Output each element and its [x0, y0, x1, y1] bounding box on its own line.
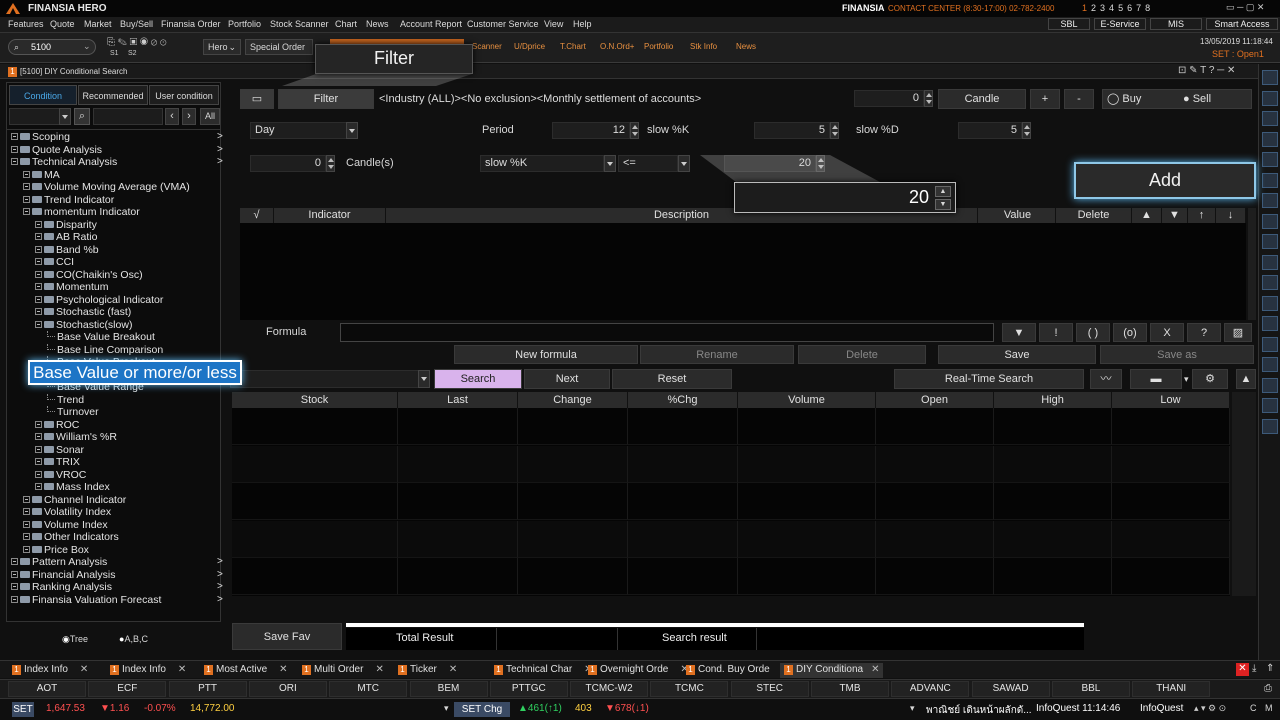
window-badge-icon: 1 — [494, 665, 503, 675]
window-tabs: ✕ ⤓ ⇑ 1 Index Info ✕ 1 Index Info ✕ 1 Most Acti… — [0, 660, 1280, 678]
window-badge-icon: 1 — [686, 665, 695, 675]
window-tab[interactable]: 1 Index Info ✕ — [12, 663, 88, 678]
close-icon[interactable]: ✕ — [80, 664, 88, 675]
index-change: ▼1.16 — [100, 703, 130, 714]
window-badge-icon: 1 — [12, 665, 21, 675]
window-badge-icon: 1 — [302, 665, 311, 675]
ticker-symbol[interactable]: PTT — [169, 683, 247, 694]
base-value-callout: Base Value or more/or less — [28, 360, 242, 385]
window-tab[interactable]: 1 Ticker ✕ — [398, 663, 457, 678]
unchanged-count: 403 — [575, 703, 592, 714]
ticker-symbol[interactable]: ECF — [88, 683, 166, 694]
ticker-bar: ⎙ AOT ECF PTT ORI MTC BEM PTTGC TCMC-W2 TCMC STEC… — [0, 679, 1280, 698]
window-tab-label: Technical Char — [506, 664, 573, 675]
ticker-symbol[interactable]: ORI — [249, 683, 327, 694]
window-tab[interactable]: 1 Multi Order ✕ — [302, 663, 384, 678]
window-tab-label: Multi Order — [314, 664, 364, 675]
close-icon[interactable]: ✕ — [1236, 663, 1249, 676]
close-icon[interactable]: ✕ — [279, 664, 287, 675]
ticker-symbol[interactable]: SAWAD — [972, 683, 1050, 694]
ticker-symbol[interactable]: MTC — [329, 683, 407, 694]
print-icon[interactable]: ⎙ — [1264, 683, 1272, 694]
news-headline[interactable]: พาณิชย์ เดินหน้าผลักดั... — [926, 703, 1034, 718]
ticker-symbol[interactable]: TCMC — [650, 683, 728, 694]
window-badge-icon: 1 — [398, 665, 407, 675]
set-chg-button[interactable]: SET Chg — [454, 702, 510, 717]
window-tab-label: Most Active — [216, 664, 268, 675]
up-icon[interactable]: ⇑ — [1266, 663, 1274, 674]
ticker-symbol[interactable]: BBL — [1052, 683, 1130, 694]
value-callout: 20 ▲ ▼ — [734, 182, 956, 213]
index-pct: -0.07% — [144, 703, 176, 714]
window-tab[interactable]: 1 Most Active ✕ — [204, 663, 288, 678]
window-tab[interactable]: 1 DIY Conditiona ✕ — [780, 663, 884, 678]
window-tab[interactable]: 1Technical Char✕ — [494, 663, 593, 678]
window-tab[interactable]: 1 Index Info ✕ — [110, 663, 186, 678]
ticker-symbol[interactable]: TMB — [811, 683, 889, 694]
window-tab-label: Cond. Buy Orde — [698, 664, 770, 675]
close-icon[interactable]: ✕ — [449, 664, 457, 675]
c-toggle[interactable]: C — [1250, 703, 1257, 713]
index-volume: 14,772.00 — [190, 703, 235, 714]
news-nav-icons[interactable]: ▴ ▾ ⚙ ⊙ — [1194, 703, 1226, 714]
window-tab-label: Ticker — [410, 664, 437, 675]
close-icon[interactable]: ✕ — [871, 664, 879, 675]
value-callout-text: 20 — [908, 187, 929, 207]
add-button[interactable]: Add — [1074, 162, 1256, 199]
window-tab[interactable]: 1 Overnight Orde ✕ — [588, 663, 689, 678]
filter-callout: Filter — [315, 44, 473, 74]
ticker-symbol[interactable]: ADVANC — [891, 683, 969, 694]
window-badge-icon: 1 — [784, 665, 793, 675]
index-value: 1,647.53 — [46, 703, 85, 714]
chevron-down-icon[interactable]: ▾ — [444, 703, 449, 714]
chevron-down-icon: ▼ — [935, 199, 951, 210]
decline-count: ▼678(↓1) — [605, 703, 649, 714]
close-icon[interactable]: ✕ — [375, 664, 383, 675]
close-icon[interactable]: ✕ — [178, 664, 186, 675]
ticker-symbol[interactable]: TCMC-W2 — [570, 683, 648, 694]
chevron-down-icon[interactable]: ▾ — [910, 703, 915, 714]
status-bar: SET 1,647.53 ▼1.16 -0.07% 14,772.00 ▾ SE… — [0, 698, 1280, 720]
window-tab-label: Index Info — [122, 664, 166, 675]
window-badge-icon: 1 — [588, 665, 597, 675]
ticker-symbol[interactable]: AOT — [8, 683, 86, 694]
news-time: InfoQuest 11:14:46 — [1036, 703, 1121, 714]
download-icon[interactable]: ⤓ — [1252, 663, 1256, 674]
window-tab-label: Index Info — [24, 664, 68, 675]
ticker-symbol[interactable]: THANI — [1132, 683, 1210, 694]
window-badge-icon: 1 — [110, 665, 119, 675]
ticker-symbol[interactable]: STEC — [731, 683, 809, 694]
ticker-symbol[interactable]: PTTGC — [490, 683, 568, 694]
index-name[interactable]: SET — [12, 702, 34, 717]
chevron-up-icon: ▲ — [935, 186, 951, 197]
window-tab-label: DIY Conditiona — [796, 664, 864, 675]
advance-count: ▲461(↑1) — [518, 703, 562, 714]
window-tab[interactable]: 1Cond. Buy Orde✕ — [686, 663, 790, 678]
ticker-symbol[interactable]: BEM — [410, 683, 488, 694]
news-source: InfoQuest — [1140, 703, 1184, 714]
window-tab-label: Overnight Orde — [600, 664, 669, 675]
window-badge-icon: 1 — [204, 665, 213, 675]
m-toggle[interactable]: M — [1265, 703, 1273, 713]
